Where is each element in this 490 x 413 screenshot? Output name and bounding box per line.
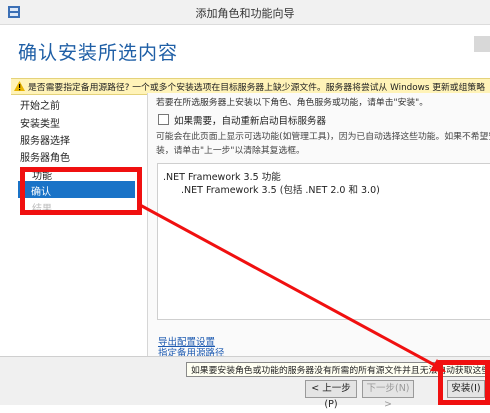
annotation-arrow <box>139 203 446 372</box>
